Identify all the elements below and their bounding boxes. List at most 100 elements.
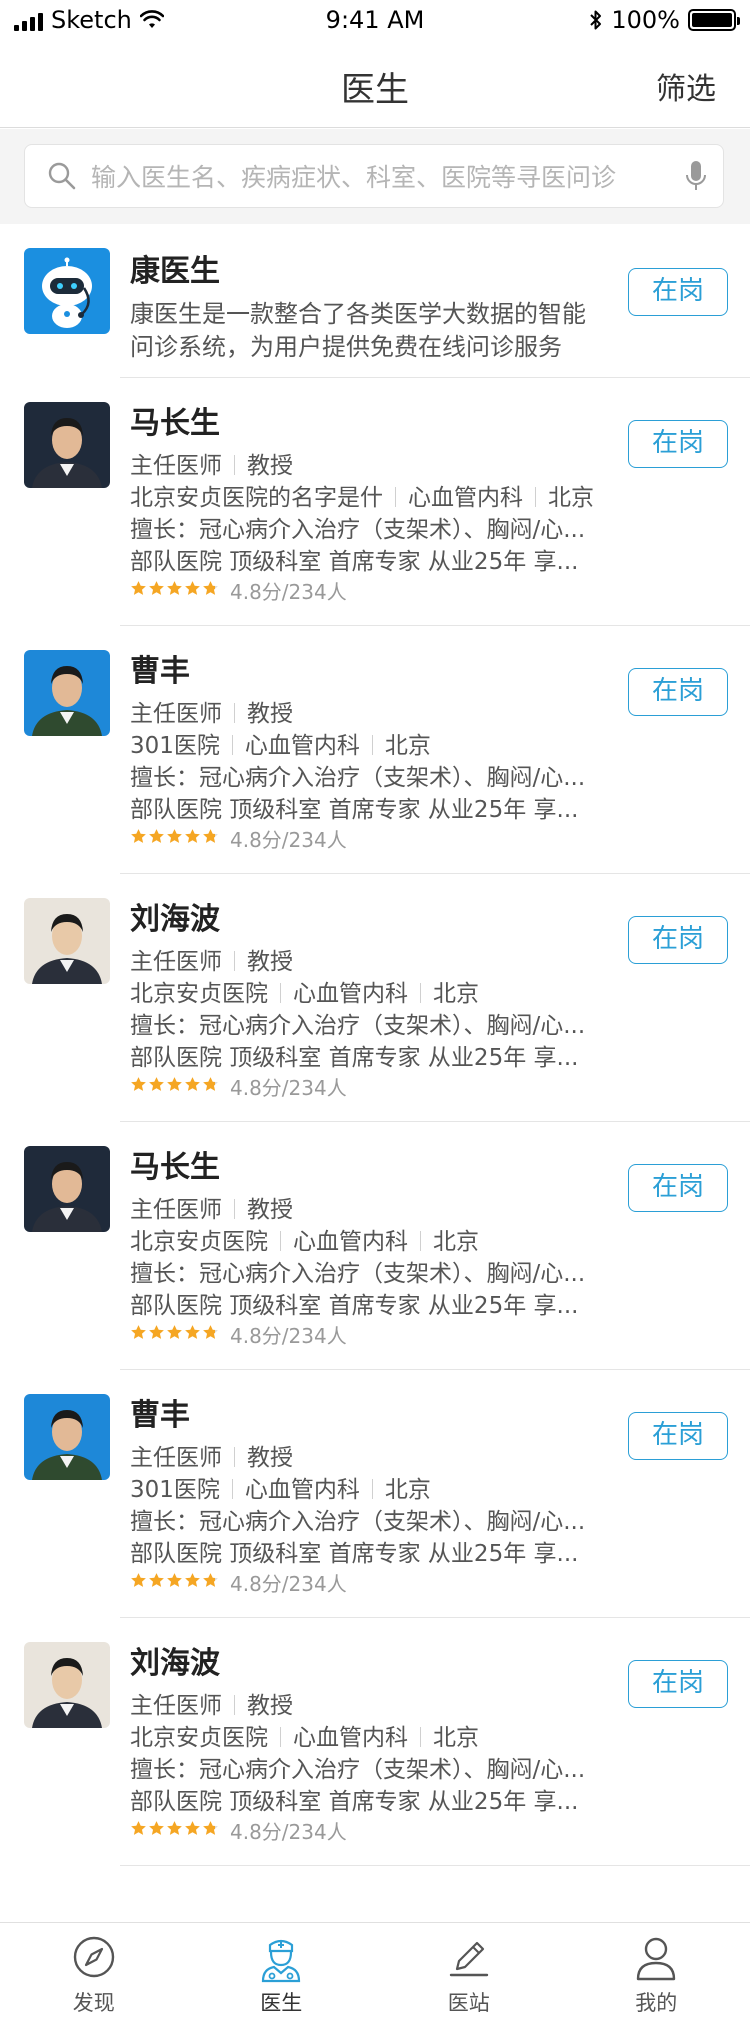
doctor-title-line: 主任医师 教授 [130,1190,293,1224]
doctor-hospital-line: 301医院 心血管内科 北京 [130,1470,431,1504]
search-box[interactable] [24,144,724,208]
separator [280,1727,281,1747]
doctor-card[interactable]: 刘海波 主任医师 教授 北京安贞医院 心血管内科 北京 擅长：冠心病介入治疗（支架术）、胸闷… [0,874,750,1122]
on-duty-button[interactable]: 在岗 [628,668,728,716]
doctor-tags: 部队医院 顶级科室 首席专家 从业25年 享... [130,1789,579,1815]
tab-label: 医站 [447,1991,490,2015]
on-duty-button[interactable]: 在岗 [628,1164,728,1212]
separator [234,1199,235,1219]
star-icon [184,580,201,601]
star-icon [130,1572,147,1593]
doctor-card[interactable]: 马长生 主任医师 教授 北京安贞医院 心血管内科 北京 擅长：冠心病介入治疗（支架术）、胸闷… [0,1122,750,1370]
doctor-hospital-line: 北京安贞医院 心血管内科 北京 [130,1222,479,1256]
doctor-name: 曹丰 [130,654,190,689]
doctor-title-line: 主任医师 教授 [130,1438,293,1472]
doctor-card[interactable]: 曹丰 主任医师 教授 301医院 心血管内科 北京 擅长：冠心病介入治疗（支架术）、胸闷/心… [0,1370,750,1618]
on-duty-button[interactable]: 在岗 [628,268,728,316]
doctor-avatar [24,402,110,488]
separator [231,735,233,755]
search-input[interactable] [91,155,671,199]
star-icon [148,1820,165,1841]
doctor-department: 心血管内科 [293,981,408,1007]
doctor-list: 康医生 康医生是一款整合了各类医学大数据的智能 问诊系统，为用户提供免费在线问诊… [0,224,750,1866]
doctor-city: 北京 [548,485,594,511]
rating-text: 4.8分/234人 [230,1572,347,1596]
doctor-specialty: 擅长：冠心病介入治疗（支架术）、胸闷/心... [130,765,586,791]
on-duty-button[interactable]: 在岗 [628,1660,728,1708]
nurse-icon [259,1935,303,1987]
separator [234,1447,235,1467]
doctor-hospital-line: 北京安贞医院 心血管内科 北京 [130,974,479,1008]
doctor-tags: 部队医院 顶级科室 首席专家 从业25年 享... [130,797,579,823]
nav-bar: 医生 筛选 [0,40,750,128]
star-icon [202,1076,219,1097]
doctor-rank: 教授 [247,1197,293,1223]
filter-button[interactable]: 筛选 [656,64,716,108]
rating-stars: 4.8分/234人 [130,1072,347,1101]
star-icon [184,1076,201,1097]
doctor-hospital-line: 北京安贞医院 心血管内科 北京 [130,1718,479,1752]
star-icon [148,1076,165,1097]
star-icon [202,1820,219,1841]
doctor-city: 北京 [384,1477,431,1503]
separator [234,455,235,475]
tab-mine[interactable]: 我的 [563,1923,750,2024]
doctor-hospital: 301医院 [130,733,220,759]
doctor-avatar [24,1394,110,1480]
star-icon [184,1820,201,1841]
doctor-card[interactable]: 刘海波 主任医师 教授 北京安贞医院 心血管内科 北京 擅长：冠心病介入治疗（支架术）、胸闷… [0,1618,750,1866]
doctor-rank: 教授 [247,1445,293,1471]
compass-icon [72,1935,116,1983]
doctor-rank: 教授 [247,453,293,479]
doctor-hospital: 北京安贞医院 [130,981,268,1007]
screen: Sketch 9:41 AM 100% 医生 筛选 输入医生名、疾病症状、科室、… [0,0,750,2024]
star-icon [130,1324,147,1345]
doctor-name: 曹丰 [130,1398,190,1433]
doctor-city: 北京 [384,733,431,759]
on-duty-button[interactable]: 在岗 [628,420,728,468]
rating-stars: 4.8分/234人 [130,824,347,853]
rating-text: 4.8分/234人 [230,828,347,852]
doctor-avatar [24,1146,110,1232]
pen-icon [447,1935,491,1983]
rating-stars: 4.8分/234人 [130,1568,347,1597]
doctor-department: 心血管内科 [244,1477,360,1503]
person-icon [634,1935,678,1985]
separator [234,703,235,723]
separator [234,1695,235,1715]
doctor-tags: 部队医院 顶级科室 首席专家 从业25年 享... [130,1045,579,1071]
star-icon [184,1324,201,1345]
doctor-name: 康医生 [130,254,220,289]
microphone-icon[interactable] [685,159,707,199]
tab-label: 医生 [260,1991,303,2015]
doctor-title-line: 主任医师 教授 [130,1686,293,1720]
on-duty-button[interactable]: 在岗 [628,916,728,964]
doctor-avatar [24,898,110,984]
star-icon [166,1820,183,1841]
doctor-card[interactable]: 马长生 主任医师 教授 北京安贞医院的名字是什 心血管内科 北京 擅长：冠心病介入治疗（支架… [0,378,750,626]
doctor-city: 北京 [433,981,479,1007]
doctor-department: 心血管内科 [293,1229,408,1255]
battery-icon [688,9,740,31]
tab-discover[interactable]: 发现 [0,1923,188,2024]
star-icon [130,1076,147,1097]
doctor-avatar [24,650,110,736]
separator [371,735,373,755]
tab-station[interactable]: 医站 [375,1923,563,2024]
featured-doctor-card[interactable]: 康医生 康医生是一款整合了各类医学大数据的智能 问诊系统，为用户提供免费在线问诊… [0,224,750,378]
rating-text: 4.8分/234人 [230,1820,347,1844]
doctor-hospital-line: 301医院 心血管内科 北京 [130,726,431,760]
doctor-specialty: 擅长：冠心病介入治疗（支架术）、胸闷/心... [130,1013,586,1039]
doctor-avatar [24,1642,110,1728]
star-icon [148,1572,165,1593]
on-duty-button[interactable]: 在岗 [628,1412,728,1460]
bluetooth-icon [589,9,603,31]
doctor-card[interactable]: 曹丰 主任医师 教授 301医院 心血管内科 北京 擅长：冠心病介入治疗（支架术）、胸闷/心… [0,626,750,874]
doctor-title: 主任医师 [130,949,222,975]
star-icon [184,1572,201,1593]
robot-icon [24,248,110,334]
doctor-tags: 部队医院 顶级科室 首席专家 从业25年 享... [130,1541,579,1567]
doctor-rank: 教授 [247,701,293,727]
star-icon [166,580,183,601]
tab-doctor[interactable]: 医生 [188,1923,376,2024]
